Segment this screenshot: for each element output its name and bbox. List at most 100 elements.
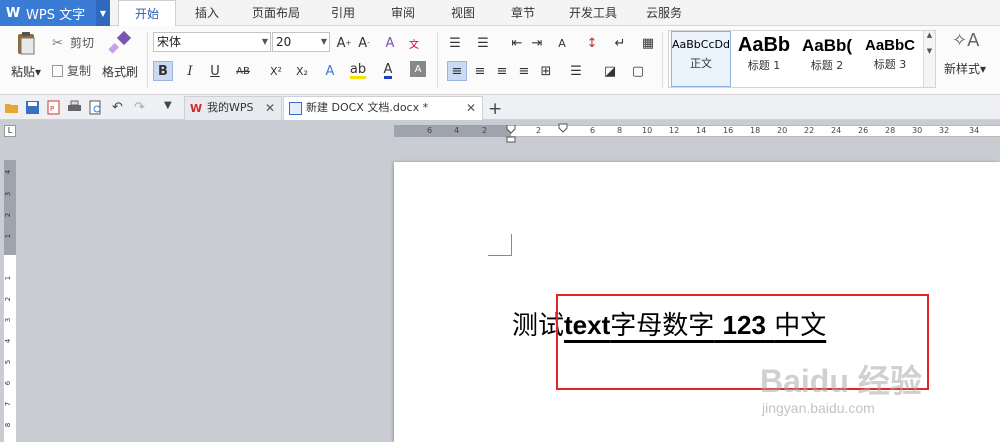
decrease-indent-icon[interactable]: ⇤ (507, 33, 527, 53)
tab-section[interactable]: 章节 (500, 0, 546, 26)
close-icon[interactable]: ✕ (466, 97, 476, 119)
styles-gallery: AaBbCcDd 正文 AaBb 标题 1 AaBb( 标题 2 AaBbC 标… (668, 30, 936, 88)
clipboard-icon (18, 32, 35, 55)
doc-tab-active[interactable]: 新建 DOCX 文档.docx * ✕ (283, 96, 483, 120)
tab-view[interactable]: 视图 (440, 0, 486, 26)
new-tab-plus-icon[interactable]: + (488, 99, 502, 119)
font-color-icon[interactable]: A (378, 61, 398, 81)
style-heading-3[interactable]: AaBbC 标题 3 (859, 31, 921, 87)
tab-stop-selector[interactable]: L (4, 125, 16, 137)
copy-button[interactable]: 复制 (52, 62, 91, 79)
close-icon[interactable]: ✕ (265, 97, 275, 119)
app-menu-button[interactable]: W WPS 文字 ▼ (0, 0, 110, 26)
align-left-icon[interactable]: ≡ (447, 61, 467, 81)
style-heading-2[interactable]: AaBb( 标题 2 (797, 31, 857, 87)
align-right-icon[interactable]: ≡ (492, 61, 512, 81)
tab-developer[interactable]: 开发工具 (560, 0, 626, 26)
horizontal-ruler[interactable]: 6 4 2 2 6 8 10 12 14 16 18 20 22 24 26 2… (394, 123, 1000, 143)
style-label: 标题 3 (873, 58, 907, 71)
distribute-icon[interactable]: ⊞ (536, 61, 556, 81)
style-preview: AaBb( (801, 36, 853, 55)
scissors-icon: ✂ (52, 35, 63, 51)
tab-cloud-service[interactable]: 云服务 (636, 0, 692, 26)
ruler-number: 7 (4, 401, 13, 407)
ruler-number: 3 (4, 317, 13, 323)
right-indent-marker-icon[interactable] (558, 123, 568, 133)
underline-button[interactable]: U (205, 61, 225, 81)
italic-button[interactable]: I (180, 61, 200, 81)
phonetic-guide-icon[interactable]: 文 (404, 33, 424, 53)
style-label: 标题 2 (810, 59, 844, 72)
font-size-select[interactable]: 20 ▼ (272, 32, 330, 52)
font-name-select[interactable]: 宋体 ▼ (153, 32, 271, 52)
copy-icon (52, 64, 63, 77)
sort-icon[interactable]: ↕ (582, 33, 602, 53)
wps-logo-icon: W (5, 5, 21, 21)
new-style-button[interactable]: ✧A 新样式▾ (940, 30, 990, 77)
strikethrough-button[interactable]: AB (230, 61, 256, 81)
highlight-icon[interactable]: ab (348, 61, 368, 81)
tab-page-layout[interactable]: 页面布局 (244, 0, 308, 26)
style-preview: AaBbCcDd (672, 38, 730, 51)
redo-icon[interactable]: ↷ (134, 100, 149, 115)
ruler-number: 4 (454, 126, 460, 135)
print-icon[interactable] (67, 100, 82, 115)
bullet-list-icon[interactable]: ☰ (445, 33, 465, 53)
ruler-number: 24 (831, 126, 842, 135)
decrease-font-icon[interactable]: A- (354, 33, 374, 53)
borders-icon[interactable]: ▢ (628, 61, 648, 81)
undo-icon[interactable]: ↶ (112, 100, 127, 115)
paste-label: 粘贴 (10, 65, 35, 79)
menu-bar: W WPS 文字 ▼ 开始 插入 页面布局 引用 审阅 视图 章节 开发工具 云… (0, 0, 1000, 27)
change-case-icon[interactable]: A (552, 33, 572, 53)
text-effect-icon[interactable]: A (320, 61, 340, 81)
tab-review[interactable]: 审阅 (380, 0, 426, 26)
bold-button[interactable]: B (153, 61, 173, 81)
superscript-button[interactable]: X² (266, 61, 286, 81)
save-icon[interactable] (25, 100, 40, 115)
format-painter-button[interactable]: 格式刷 (100, 30, 140, 80)
print-preview-icon[interactable] (88, 100, 103, 115)
shading-bucket-icon[interactable]: ◪ (600, 61, 620, 81)
ruler-text-area (4, 255, 16, 442)
ruler-number: 6 (590, 126, 596, 135)
cut-label: 剪切 (70, 36, 95, 50)
style-label: 标题 1 (747, 59, 781, 72)
styles-scroll[interactable]: ▲ ▼ (923, 31, 935, 87)
increase-font-icon[interactable]: A + (334, 33, 354, 53)
increase-indent-icon[interactable]: ⇥ (527, 33, 547, 53)
ruler-number: 34 (969, 126, 980, 135)
tab-insert[interactable]: 插入 (182, 0, 232, 26)
ruler-number: 18 (750, 126, 761, 135)
cut-button[interactable]: ✂ 剪切 (52, 34, 94, 51)
style-heading-1[interactable]: AaBb 标题 1 (733, 31, 795, 87)
doc-tab-my-wps[interactable]: W 我的WPS ✕ (184, 96, 282, 120)
char-shading-icon[interactable]: A (410, 61, 426, 77)
app-dropdown-icon[interactable]: ▼ (96, 0, 110, 26)
subscript-button[interactable]: X₂ (292, 61, 312, 81)
justify-icon[interactable]: ≡ (514, 61, 534, 81)
tab-home[interactable]: 开始 (118, 0, 176, 27)
font-size-value: 20 (276, 35, 292, 49)
show-marks-icon[interactable]: ↵ (610, 33, 630, 53)
document-icon (289, 102, 302, 115)
divider (437, 32, 438, 88)
line-spacing-icon[interactable]: ☰ (566, 61, 586, 81)
indent-marker-icon[interactable] (506, 125, 516, 143)
clear-format-icon[interactable]: A (380, 33, 400, 53)
chevron-down-icon: ▼ (261, 37, 268, 46)
table-grid-icon[interactable]: ▦ (638, 33, 658, 53)
style-normal[interactable]: AaBbCcDd 正文 (671, 31, 731, 87)
export-pdf-icon[interactable]: P (46, 100, 61, 115)
tab-references[interactable]: 引用 (320, 0, 366, 26)
ribbon: 粘贴▾ ✂ 剪切 复制 格式刷 宋体 ▼ 20 ▼ A + A- A 文 B I U … (0, 26, 1000, 95)
ruler-number: 30 (912, 126, 923, 135)
new-style-label: 新样式 (943, 62, 980, 76)
customize-dropdown-icon[interactable]: ▼ (164, 100, 179, 115)
paste-button[interactable]: 粘贴▾ (6, 30, 46, 80)
vertical-ruler[interactable]: 4 3 2 1 1 2 3 4 5 6 7 8 (4, 160, 16, 442)
align-center-icon[interactable]: ≡ (470, 61, 490, 81)
app-title: WPS 文字 (26, 7, 86, 23)
open-folder-icon[interactable] (4, 100, 19, 115)
numbered-list-icon[interactable]: ☰ (473, 33, 493, 53)
